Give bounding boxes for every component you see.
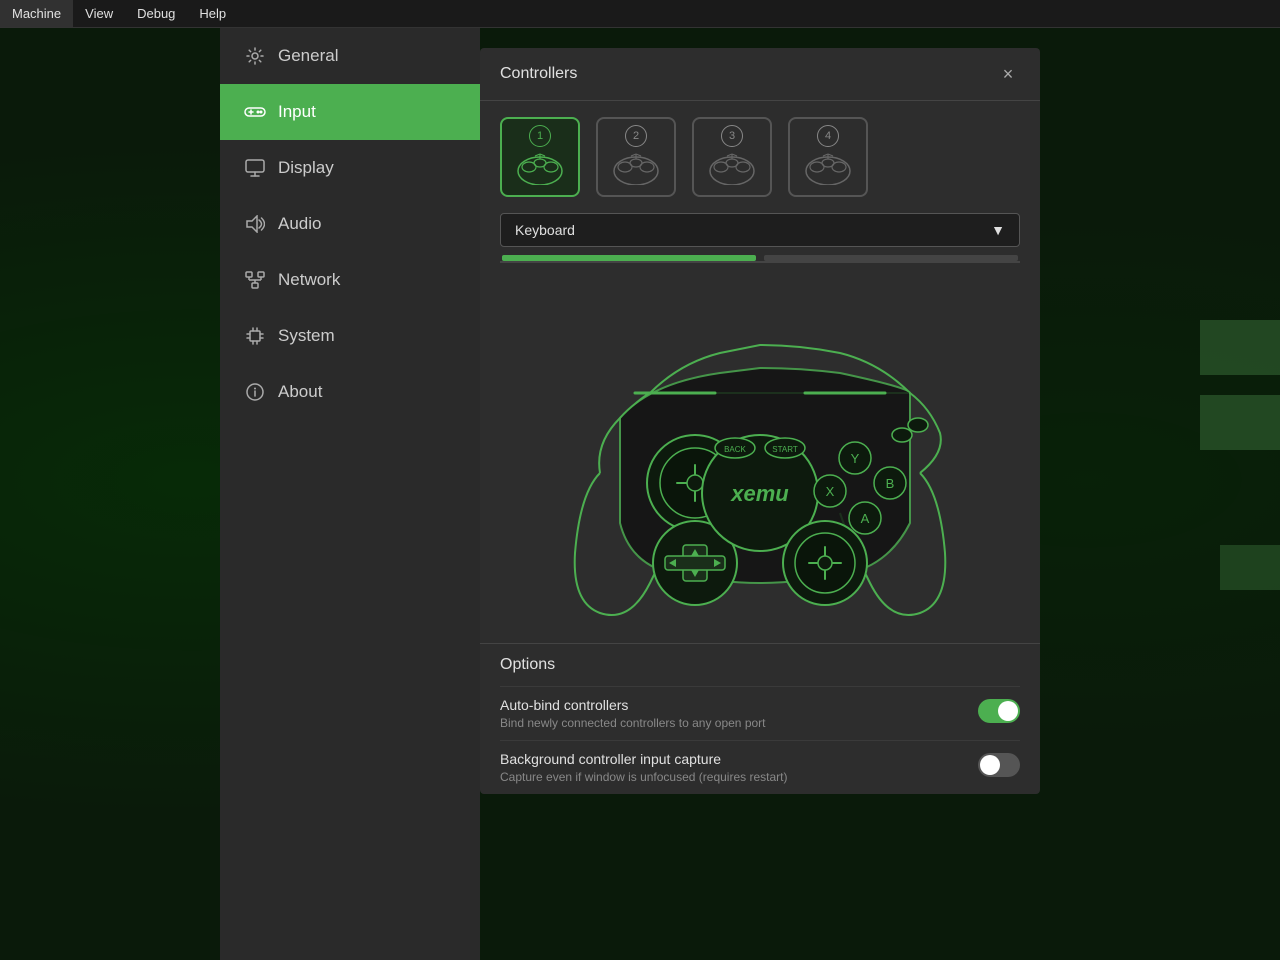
toggle-knob-bgcapture — [980, 755, 1000, 775]
sidebar-label-general: General — [278, 46, 338, 66]
main-area: General Input — [0, 28, 1280, 960]
sidebar-label-input: Input — [278, 102, 316, 122]
bg-capture-toggle[interactable] — [978, 753, 1020, 777]
svg-text:BACK: BACK — [724, 445, 746, 454]
menu-view[interactable]: View — [73, 0, 125, 27]
sidebar: General Input — [220, 28, 480, 960]
sidebar-label-network: Network — [278, 270, 340, 290]
sidebar-label-display: Display — [278, 158, 334, 178]
svg-text:START: START — [772, 445, 798, 454]
controllers-dialog: Controllers × 1 2 — [480, 48, 1040, 794]
close-button[interactable]: × — [996, 62, 1020, 86]
menubar: Machine View Debug Help — [0, 0, 1280, 28]
svg-text:Y: Y — [851, 451, 860, 466]
menu-help[interactable]: Help — [187, 0, 238, 27]
sidebar-item-general[interactable]: General — [220, 28, 480, 84]
autobind-toggle[interactable] — [978, 699, 1020, 723]
svg-text:X: X — [826, 484, 835, 499]
dialog-header: Controllers × — [480, 48, 1040, 101]
binding-tab-1[interactable] — [502, 255, 756, 261]
sidebar-label-system: System — [278, 326, 335, 346]
dropdown-value: Keyboard — [515, 222, 575, 238]
option-bg-capture-label: Background controller input capture — [500, 751, 962, 767]
sidebar-item-input[interactable]: Input — [220, 84, 480, 140]
sidebar-item-about[interactable]: About — [220, 364, 480, 420]
controller-type-dropdown[interactable]: Keyboard ▼ — [500, 213, 1020, 247]
options-title: Options — [500, 656, 1020, 674]
option-bg-capture-desc: Capture even if window is unfocused (req… — [500, 770, 962, 784]
svg-text:A: A — [861, 511, 870, 526]
controller-slot-2[interactable]: 2 — [596, 117, 676, 197]
sidebar-item-audio[interactable]: Audio — [220, 196, 480, 252]
svg-text:xemu: xemu — [730, 481, 789, 506]
slot-number-2: 2 — [625, 125, 647, 147]
option-autobind-label: Auto-bind controllers — [500, 697, 962, 713]
sidebar-item-network[interactable]: Network — [220, 252, 480, 308]
controller-slot-3[interactable]: 3 — [692, 117, 772, 197]
controller-icon — [244, 101, 266, 123]
monitor-icon — [244, 157, 266, 179]
controller-slots: 1 2 — [480, 101, 1040, 213]
options-section: Options Auto-bind controllers Bind newly… — [480, 643, 1040, 794]
menu-machine[interactable]: Machine — [0, 0, 73, 27]
option-bg-capture-text: Background controller input capture Capt… — [500, 751, 962, 784]
binding-tab-2[interactable] — [764, 255, 1018, 261]
toggle-knob-autobind — [998, 701, 1018, 721]
menu-debug[interactable]: Debug — [125, 0, 187, 27]
option-autobind: Auto-bind controllers Bind newly connect… — [500, 686, 1020, 740]
network-icon — [244, 269, 266, 291]
binding-tabs — [500, 255, 1020, 263]
sidebar-item-display[interactable]: Display — [220, 140, 480, 196]
chevron-down-icon: ▼ — [991, 222, 1005, 238]
controller-slot-1[interactable]: 1 — [500, 117, 580, 197]
controller-visualization: xemu BACK START Y B — [480, 263, 1040, 643]
slot-number-1: 1 — [529, 125, 551, 147]
option-autobind-desc: Bind newly connected controllers to any … — [500, 716, 962, 730]
info-icon — [244, 381, 266, 403]
svg-text:B: B — [886, 476, 895, 491]
dialog-title: Controllers — [500, 65, 577, 83]
option-bg-capture: Background controller input capture Capt… — [500, 740, 1020, 794]
sidebar-item-system[interactable]: System — [220, 308, 480, 364]
sidebar-label-about: About — [278, 382, 322, 402]
sidebar-label-audio: Audio — [278, 214, 321, 234]
slot-number-4: 4 — [817, 125, 839, 147]
controller-slot-4[interactable]: 4 — [788, 117, 868, 197]
chip-icon — [244, 325, 266, 347]
gear-icon — [244, 45, 266, 67]
option-autobind-text: Auto-bind controllers Bind newly connect… — [500, 697, 962, 730]
slot-number-3: 3 — [721, 125, 743, 147]
speaker-icon — [244, 213, 266, 235]
